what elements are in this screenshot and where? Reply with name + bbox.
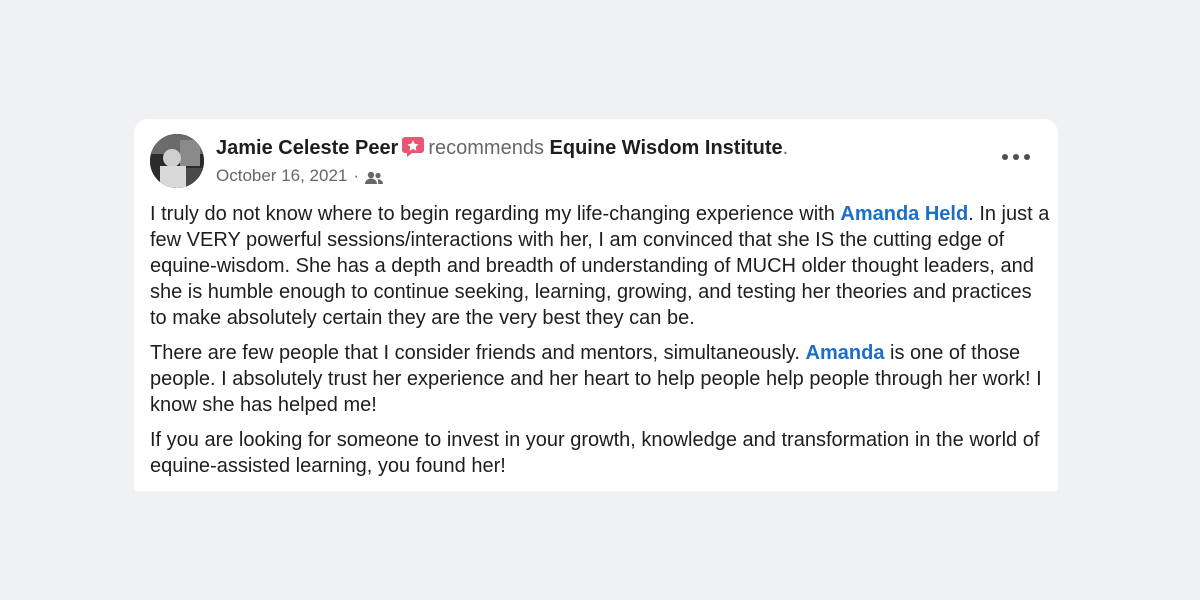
- meta-separator: ·: [353, 166, 360, 185]
- paragraph-1-text-start: I truly do not know where to begin regar…: [150, 203, 841, 225]
- mention-amanda[interactable]: Amanda: [806, 342, 885, 364]
- more-options-icon[interactable]: [1002, 147, 1030, 167]
- post-meta: October 16, 2021 ·: [216, 165, 998, 187]
- post-header: Jamie Celeste Peer recommends Equine Wisd…: [216, 135, 998, 187]
- header-period: .: [782, 137, 789, 159]
- post-body: I truly do not know where to begin regar…: [150, 201, 1050, 488]
- post-date[interactable]: October 16, 2021: [216, 165, 347, 187]
- post-paragraph-2: There are few people that I consider fri…: [150, 340, 1050, 418]
- mention-amanda-held[interactable]: Amanda Held: [840, 203, 968, 225]
- recommends-label: recommends: [428, 137, 544, 159]
- recommendation-post-card: Jamie Celeste Peer recommends Equine Wisd…: [134, 119, 1058, 491]
- recommendation-star-icon: [402, 137, 425, 157]
- page-name-link[interactable]: Equine Wisdom Institute: [550, 137, 783, 159]
- author-avatar[interactable]: [150, 134, 204, 188]
- post-paragraph-1: I truly do not know where to begin regar…: [150, 201, 1050, 331]
- post-paragraph-3: If you are looking for someone to invest…: [150, 429, 1040, 477]
- paragraph-2-text-start: There are few people that I consider fri…: [150, 342, 806, 364]
- author-name[interactable]: Jamie Celeste Peer: [216, 137, 398, 159]
- post-header-line: Jamie Celeste Peer recommends Equine Wisd…: [216, 135, 998, 161]
- friends-icon[interactable]: [365, 169, 384, 184]
